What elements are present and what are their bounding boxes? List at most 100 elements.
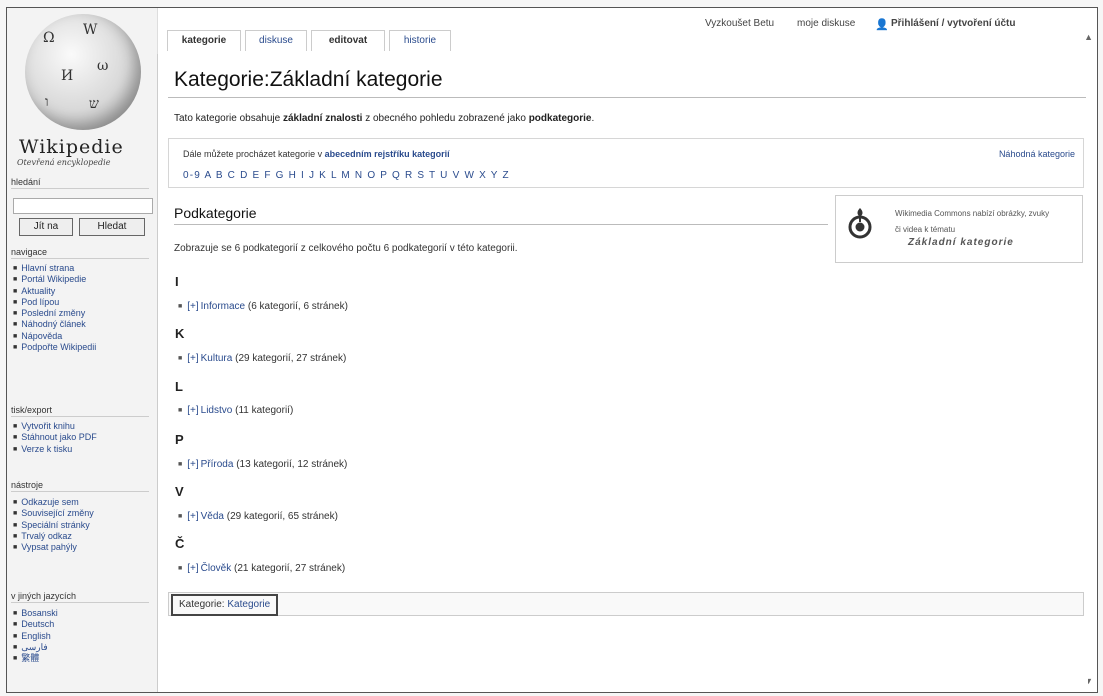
tab-category[interactable]: kategorie <box>167 30 241 51</box>
wikipedia-tagline: Otevřená encyklopedie <box>17 158 111 167</box>
subcategory-link-veda[interactable]: Věda <box>201 511 224 522</box>
navigation-heading: navigace <box>11 247 149 259</box>
letter-link-c[interactable]: C <box>228 170 236 181</box>
letter-link-n[interactable]: N <box>355 170 363 181</box>
letter-link-v[interactable]: V <box>453 170 461 181</box>
expand-toggle[interactable]: [+] <box>187 563 198 574</box>
subcategory-item-clovek: ■ [+] Člověk (21 kategorií, 27 stránek) <box>178 563 346 574</box>
letter-link-f[interactable]: F <box>264 170 271 181</box>
nav-item-help[interactable]: ■ Nápověda <box>13 331 96 342</box>
nav-item-recent-changes[interactable]: ■ Poslední změny <box>13 308 96 319</box>
letter-link-k[interactable]: K <box>319 170 327 181</box>
login-link[interactable]: Přihlášení / vytvoření účtu <box>891 18 1015 29</box>
tool-item-what-links-here[interactable]: ■ Odkazuje sem <box>13 497 94 508</box>
lang-item-chinese[interactable]: ■ 繁體 <box>13 653 58 664</box>
user-icon: 👤 <box>875 19 889 31</box>
lang-item-deutsch[interactable]: ■ Deutsch <box>13 619 58 630</box>
tool-item-permanent-link[interactable]: ■ Trvalý odkaz <box>13 531 94 542</box>
subcategory-item-kultura: ■ [+] Kultura (29 kategorií, 27 stránek) <box>178 353 347 364</box>
subcategory-link-clovek[interactable]: Člověk <box>201 563 232 574</box>
letter-link-q[interactable]: Q <box>392 170 401 181</box>
letter-link-j[interactable]: J <box>309 170 315 181</box>
letter-link-m[interactable]: M <box>341 170 351 181</box>
subcategory-link-priroda[interactable]: Příroda <box>201 459 234 470</box>
letter-link-h[interactable]: H <box>289 170 297 181</box>
languages-list: ■ Bosanski ■ Deutsch ■ English ■ فارسی ■ 繁體 <box>13 608 58 664</box>
letter-link-g[interactable]: G <box>276 170 285 181</box>
languages-heading: v jiných jazycích <box>11 591 149 603</box>
lang-item-english[interactable]: ■ English <box>13 631 58 642</box>
letter-link-0-9[interactable]: 0-9 <box>183 170 201 181</box>
wikipedia-globe-logo[interactable]: Ω W И ω ו ש <box>25 14 141 130</box>
tab-edit[interactable]: editovat <box>311 30 385 51</box>
category-index-link[interactable]: abecedním rejstříku kategorií <box>325 149 450 159</box>
expand-toggle[interactable]: [+] <box>187 301 198 312</box>
browser-frame: Ω W И ω ו ש Wikipedie Otevřená encyklope… <box>6 7 1098 693</box>
group-letter-p: P <box>175 432 184 447</box>
expand-toggle[interactable]: [+] <box>187 405 198 416</box>
subcategory-link-kultura[interactable]: Kultura <box>201 353 233 364</box>
letter-link-u[interactable]: U <box>440 170 448 181</box>
go-button[interactable]: Jít na <box>19 218 73 236</box>
tab-history[interactable]: historie <box>389 30 451 51</box>
letter-link-o[interactable]: O <box>367 170 376 181</box>
letter-link-a[interactable]: A <box>205 170 212 181</box>
search-button[interactable]: Hledat <box>79 218 145 236</box>
lang-item-bosanski[interactable]: ■ Bosanski <box>13 608 58 619</box>
random-category-link[interactable]: Náhodná kategorie <box>999 149 1075 159</box>
letter-link-l[interactable]: L <box>331 170 337 181</box>
search-input[interactable] <box>13 198 153 214</box>
category-link-kategorie[interactable]: Kategorie <box>227 599 270 610</box>
letter-link-w[interactable]: W <box>464 170 475 181</box>
tool-item-related-changes[interactable]: ■ Související změny <box>13 508 94 519</box>
group-letter-v: V <box>175 484 184 499</box>
my-talk-link[interactable]: moje diskuse <box>797 18 855 29</box>
print-item-printable[interactable]: ■ Verze k tisku <box>13 444 97 455</box>
nav-item-donate[interactable]: ■ Podpořte Wikipedii <box>13 342 96 353</box>
letter-link-r[interactable]: R <box>405 170 413 181</box>
subcategory-item-veda: ■ [+] Věda (29 kategorií, 65 stránek) <box>178 511 338 522</box>
letter-link-y[interactable]: Y <box>491 170 499 181</box>
nav-item-main-page[interactable]: ■ Hlavní strana <box>13 263 96 274</box>
print-item-download-pdf[interactable]: ■ Stáhnout jako PDF <box>13 432 97 443</box>
expand-toggle[interactable]: [+] <box>187 511 198 522</box>
title-divider <box>168 97 1086 98</box>
nav-item-current-events[interactable]: ■ Aktuality <box>13 286 96 297</box>
print-export-heading: tisk/export <box>11 405 149 417</box>
subcategory-item-informace: ■ [+] Informace (6 kategorií, 6 stránek) <box>178 301 348 312</box>
letter-link-x[interactable]: X <box>479 170 487 181</box>
commons-category-link[interactable]: Základní kategorie <box>908 237 1014 248</box>
subcategories-divider <box>174 224 828 225</box>
expand-toggle[interactable]: [+] <box>187 353 198 364</box>
try-beta-link[interactable]: Vyzkoušet Betu <box>705 18 774 29</box>
nav-item-portal[interactable]: ■ Portál Wikipedie <box>13 274 96 285</box>
categories-label[interactable]: Kategorie: <box>179 599 225 610</box>
subcategory-item-priroda: ■ [+] Příroda (13 kategorií, 12 stránek) <box>178 459 348 470</box>
print-item-create-book[interactable]: ■ Vytvořit knihu <box>13 421 97 432</box>
letter-link-t[interactable]: T <box>429 170 436 181</box>
letter-link-p[interactable]: P <box>380 170 388 181</box>
scroll-up-arrow-icon[interactable]: ▲ <box>1084 32 1093 42</box>
nav-item-village-pump[interactable]: ■ Pod lípou <box>13 297 96 308</box>
expand-toggle[interactable]: [+] <box>187 459 198 470</box>
wikipedia-wordmark: Wikipedie <box>19 136 124 158</box>
subcategory-link-lidstvo[interactable]: Lidstvo <box>201 405 233 416</box>
tool-item-list-stubs[interactable]: ■ Vypsat pahýly <box>13 542 94 553</box>
tab-discussion[interactable]: diskuse <box>245 30 307 51</box>
group-letter-c-caron: Č <box>175 536 185 551</box>
letter-link-d[interactable]: D <box>240 170 248 181</box>
letter-link-s[interactable]: S <box>417 170 425 181</box>
letter-link-b[interactable]: B <box>216 170 224 181</box>
tool-item-special-pages[interactable]: ■ Speciální stránky <box>13 520 94 531</box>
letter-link-i[interactable]: I <box>301 170 305 181</box>
search-heading: hledání <box>11 177 149 189</box>
letter-link-z[interactable]: Z <box>502 170 509 181</box>
lang-item-farsi[interactable]: ■ فارسی <box>13 642 58 653</box>
subcategories-heading: Podkategorie <box>174 205 257 221</box>
letter-link-e[interactable]: E <box>252 170 260 181</box>
wikimedia-commons-icon <box>848 208 872 239</box>
subcategory-link-informace[interactable]: Informace <box>201 301 245 312</box>
nav-item-random-article[interactable]: ■ Náhodný článek <box>13 319 96 330</box>
commons-box: Wikimedia Commons nabízí obrázky, zvuky … <box>835 195 1083 263</box>
tools-list: ■ Odkazuje sem ■ Související změny ■ Speciá… <box>13 497 94 553</box>
